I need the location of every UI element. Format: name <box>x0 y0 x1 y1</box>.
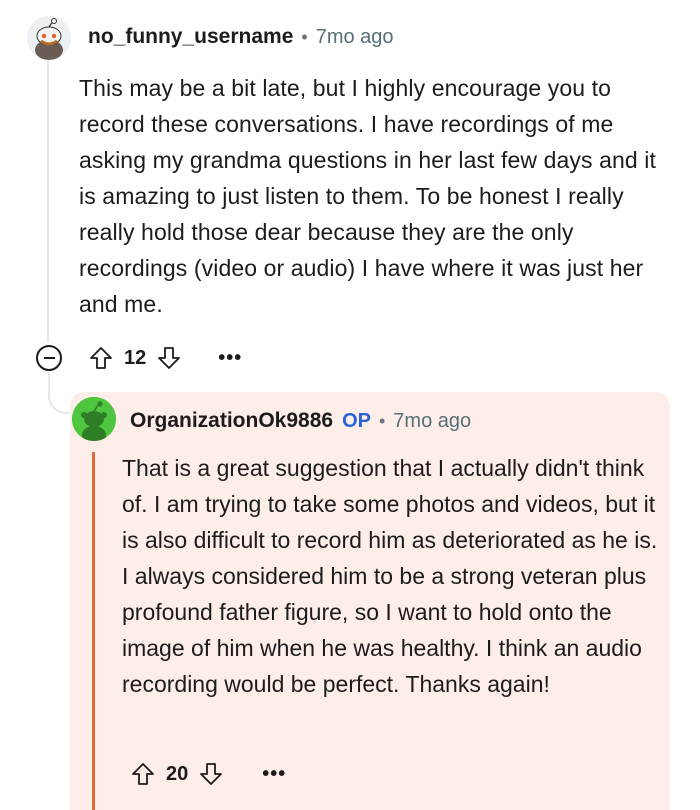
op-badge: OP <box>342 409 371 432</box>
username-link[interactable]: no_funny_username <box>88 25 293 49</box>
thread-connector <box>48 372 72 414</box>
vote-group: 20 <box>130 761 224 787</box>
reply-header: OrganizationOk9886 OP • 7mo ago <box>130 406 471 436</box>
more-icon[interactable]: ••• <box>262 764 286 784</box>
thread-line <box>47 60 49 342</box>
vote-score: 20 <box>166 762 189 785</box>
separator-dot: • <box>378 410 386 431</box>
upvote-icon[interactable] <box>130 761 156 787</box>
upvote-icon[interactable] <box>88 345 114 371</box>
separator-dot: • <box>301 26 308 47</box>
timestamp[interactable]: 7mo ago <box>316 26 394 49</box>
vote-score: 12 <box>124 346 147 369</box>
reply-timestamp[interactable]: 7mo ago <box>393 410 471 433</box>
reply-avatar[interactable] <box>72 397 116 441</box>
snoo-avatar-icon <box>72 397 116 441</box>
comment-actions: 12 ••• <box>36 340 242 376</box>
more-icon[interactable]: ••• <box>218 348 242 368</box>
collapse-icon[interactable] <box>36 345 62 371</box>
reply-username-link[interactable]: OrganizationOk9886 <box>130 409 333 433</box>
comment-body: This may be a bit late, but I highly enc… <box>79 75 656 317</box>
reply-accent-bar <box>92 452 95 810</box>
comment-header: no_funny_username • 7mo ago <box>88 22 394 52</box>
reply-actions: 20 ••• <box>130 756 286 792</box>
downvote-icon[interactable] <box>156 345 182 371</box>
avatar[interactable] <box>27 16 71 60</box>
snoo-avatar-icon <box>27 16 71 60</box>
vote-group: 12 <box>88 345 182 371</box>
downvote-icon[interactable] <box>198 761 224 787</box>
reply-body: That is a great suggestion that I actual… <box>122 455 658 697</box>
